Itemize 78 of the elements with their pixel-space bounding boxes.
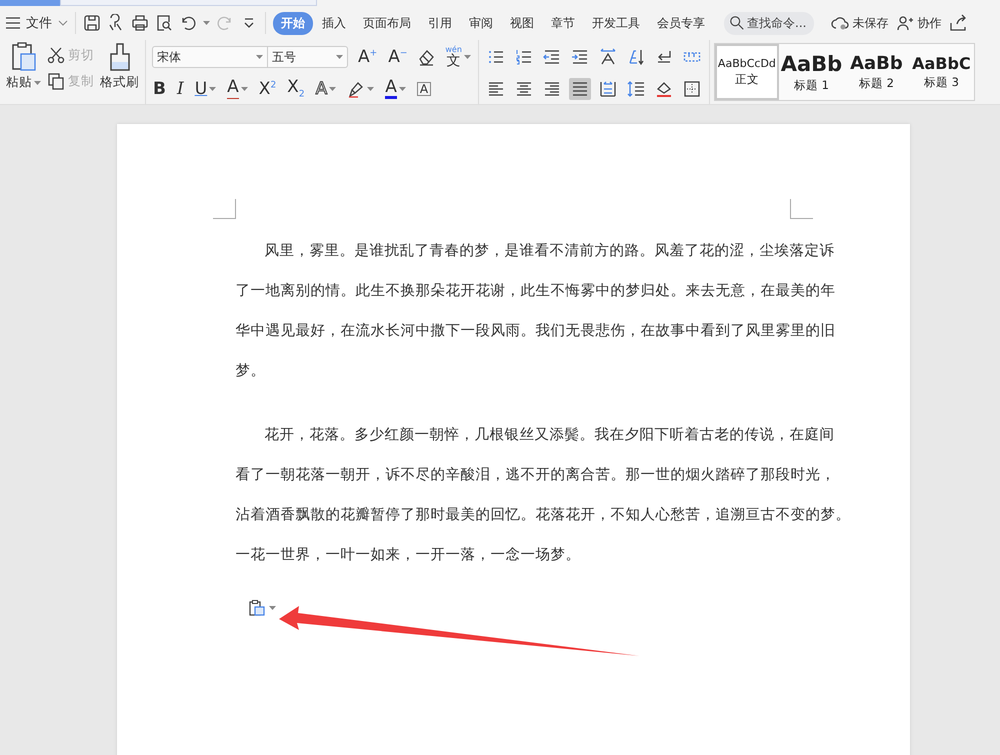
distribute-icon[interactable] (598, 80, 617, 98)
print-preview-icon[interactable] (155, 14, 173, 32)
underline-button[interactable]: U (194, 80, 218, 98)
add-user-icon[interactable] (896, 14, 914, 32)
style-preset[interactable]: AaBb 标题 1 (778, 44, 844, 100)
caret-icon[interactable] (367, 87, 374, 91)
chevron-icon[interactable] (58, 20, 68, 26)
caret-icon[interactable] (329, 87, 336, 91)
corner-mark (212, 199, 236, 219)
share-icon[interactable] (949, 14, 968, 32)
search-field[interactable]: 查找命令... (724, 12, 814, 34)
text-line: 看了一朝花落一朝开，诉不尽的辛酸泪，逃不开的离合苦。那一世的烟火踏碎了那段时光， (236, 466, 836, 483)
align-right-icon[interactable] (542, 80, 561, 98)
format-painter-button[interactable]: 格式刷 (100, 42, 139, 91)
text-line: 梦。 (236, 362, 266, 379)
ribbon-tab[interactable]: 审阅 (461, 12, 501, 34)
sort-icon[interactable] (626, 48, 645, 66)
align-left-icon[interactable] (486, 80, 505, 98)
numbered-list-icon[interactable] (514, 48, 533, 66)
font-size-select[interactable]: 五号 (268, 46, 348, 68)
shading-icon[interactable] (654, 80, 673, 98)
font-family-select[interactable]: 宋体 (152, 46, 268, 68)
paste-button[interactable]: 粘贴 (6, 42, 41, 91)
text-line: 花开，花落。多少红颜一朝悴，几根银丝又添鬓。我在夕阳下听着古老的传说，在庭间 (264, 426, 834, 443)
caret-icon[interactable] (34, 80, 41, 84)
character-border-button[interactable]: A (416, 82, 432, 96)
text-line: 了一地离别的情。此生不换那朵花开花谢，此生不悔雾中的梦归处。来去无意，在最美的年 (236, 282, 836, 299)
caret-icon[interactable] (203, 21, 210, 25)
caret-icon[interactable] (336, 55, 343, 59)
file-menu[interactable]: 文件 (26, 14, 52, 32)
text-direction-icon[interactable] (598, 48, 617, 66)
bulleted-list-icon[interactable] (486, 48, 505, 66)
caret-icon[interactable] (398, 87, 406, 91)
ribbon-tab[interactable]: 开发工具 (584, 12, 648, 34)
align-justify-icon[interactable] (570, 80, 589, 98)
italic-button[interactable]: I (176, 80, 185, 98)
ribbon-tab[interactable]: 章节 (543, 12, 583, 34)
caret-icon[interactable] (256, 55, 263, 59)
corner-mark (790, 199, 812, 219)
ribbon-tab[interactable]: 视图 (502, 12, 542, 34)
style-preset[interactable]: AaBbCcDd 正文 (714, 44, 779, 100)
caret-icon[interactable] (268, 606, 276, 610)
phonetic-guide-button[interactable]: wén 文 (444, 46, 472, 68)
eraser-icon[interactable] (417, 48, 436, 66)
ribbon-tab[interactable]: 引用 (420, 12, 460, 34)
ribbon-tab[interactable]: 会员专享 (649, 12, 713, 34)
subscript-button[interactable]: X$_{2}$ (286, 78, 306, 100)
style-preset[interactable]: AaBbC 标题 3 (908, 44, 974, 100)
text-line: 风里，雾里。是谁扰乱了青春的梦，是谁看不清前方的路。风羞了花的涩，尘埃落定诉 (264, 242, 834, 259)
search-icon[interactable] (729, 15, 745, 31)
paste-options-icon[interactable] (248, 599, 266, 617)
indent-icon[interactable] (570, 48, 589, 66)
superscript-button[interactable]: X$^{2}$ (258, 80, 278, 98)
ribbon-tab[interactable]: 页面布局 (355, 12, 419, 34)
ribbon-tab[interactable]: 插入 (314, 12, 354, 34)
caret-icon[interactable] (464, 55, 471, 59)
text-line: 一花一世界，一叶一如来，一开一落，一念一场梦。 (236, 546, 580, 563)
print-icon[interactable] (131, 14, 149, 32)
collaborate-button[interactable]: 协作 (917, 14, 942, 32)
border-icon[interactable] (682, 80, 701, 98)
text-line: 沾着酒香飘散的花瓣暂停了那时最美的回忆。花落花开，不知人心愁苦，追溯亘古不变的梦。 (236, 506, 850, 523)
save-status[interactable]: 未保存 (852, 14, 888, 32)
highlighter-icon[interactable] (347, 80, 366, 98)
line-spacing-icon[interactable] (626, 80, 645, 98)
font-color-button[interactable]: A (384, 79, 407, 99)
cloud-icon[interactable] (831, 14, 850, 32)
caret-icon[interactable] (209, 87, 216, 91)
strikethrough-button[interactable]: A (226, 79, 249, 99)
bold-button[interactable]: B (152, 80, 167, 98)
save-icon[interactable] (83, 14, 101, 32)
text-line: 华中遇见最好，在流水长河中撒下一段风雨。我们无畏悲伤，在故事中看到了风里雾里的旧 (236, 322, 836, 339)
grow-font-button[interactable]: A$^{+}$ (357, 48, 378, 66)
align-center-icon[interactable] (514, 80, 533, 98)
menu-icon[interactable] (6, 17, 20, 29)
style-preset[interactable]: AaBb 标题 2 (844, 44, 909, 100)
caret-icon[interactable] (240, 87, 248, 91)
shrink-font-button[interactable]: A$^{−}$ (387, 48, 408, 66)
outdent-icon[interactable] (542, 48, 561, 66)
